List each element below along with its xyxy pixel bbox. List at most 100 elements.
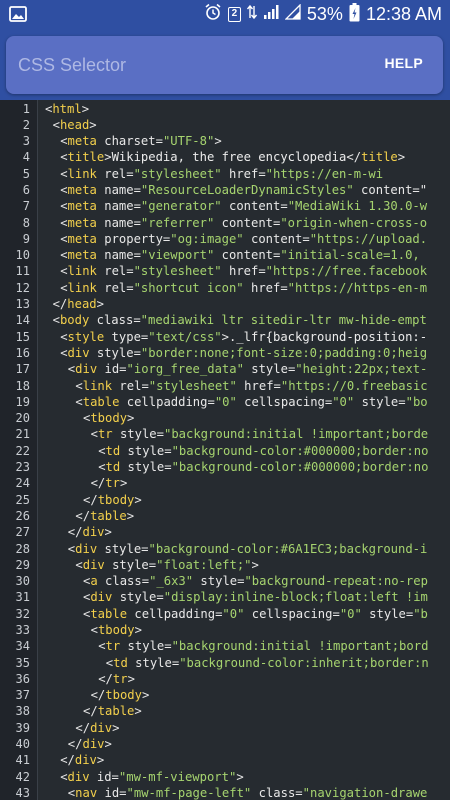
app-bar: HELP bbox=[0, 29, 450, 100]
line-number: 19 bbox=[15, 394, 30, 409]
code-token: style bbox=[67, 329, 105, 344]
code-line: 14 <body class="mediawiki ltr sitedir-ltr… bbox=[0, 312, 450, 328]
code-token: property= bbox=[96, 231, 171, 246]
code-token: "mw-mf-viewport" bbox=[118, 769, 237, 784]
help-button[interactable]: HELP bbox=[384, 55, 423, 71]
code-token: </ bbox=[52, 297, 68, 312]
code-token: div bbox=[90, 720, 113, 735]
code-line: 25 </tbody> bbox=[0, 492, 450, 508]
line-number: 42 bbox=[15, 769, 30, 784]
code-token: > bbox=[127, 671, 135, 686]
code-token: id= bbox=[89, 769, 119, 784]
code-token: > bbox=[134, 623, 142, 637]
code-token: "_6x3" bbox=[149, 574, 194, 589]
code-token: > bbox=[221, 329, 229, 344]
code-token: tr bbox=[105, 476, 120, 491]
code-token: "b bbox=[413, 606, 428, 621]
code-token: head bbox=[59, 117, 90, 132]
css-selector-field[interactable]: HELP bbox=[6, 36, 443, 94]
code-text: <tbody> bbox=[91, 622, 142, 638]
code-token: rel= bbox=[112, 378, 149, 393]
code-lines: 1 <html> 2 <head> 3 <meta charset="UTF-8"> 4 <t… bbox=[0, 100, 450, 800]
code-token: </ bbox=[75, 720, 91, 735]
code-token: link bbox=[82, 378, 113, 393]
code-text: <style type="text/css">._lfr{background-… bbox=[60, 329, 427, 345]
code-token: < bbox=[60, 345, 68, 360]
code-token: Wikipedia, the free encyclopedia bbox=[111, 150, 347, 165]
code-text: </tbody> bbox=[83, 492, 142, 508]
code-token: style= bbox=[193, 574, 245, 589]
sim-icon: 2 bbox=[227, 7, 241, 22]
html-source-viewer[interactable]: 1 <html> 2 <head> 3 <meta charset="UTF-8"> 4 <t… bbox=[0, 100, 450, 800]
code-token: tr bbox=[105, 639, 121, 654]
code-token: div bbox=[74, 753, 97, 768]
line-number: 7 bbox=[22, 199, 30, 214]
code-token: > bbox=[104, 150, 112, 165]
code-line: 2 <head> bbox=[0, 117, 450, 133]
code-token: < bbox=[60, 769, 68, 784]
line-number: 24 bbox=[15, 476, 30, 491]
code-token: > bbox=[397, 150, 406, 165]
code-token: nav bbox=[75, 785, 98, 800]
code-token: a bbox=[90, 574, 98, 589]
code-line: 35 <td style="background-color:inherit;bo… bbox=[0, 655, 450, 671]
code-token: < bbox=[60, 248, 68, 263]
code-token: tbody bbox=[97, 492, 135, 507]
code-text: <div style="float:left;"> bbox=[75, 557, 258, 573]
code-token: head bbox=[67, 297, 97, 312]
code-line: 15 <style type="text/css">._lfr{backgroun… bbox=[0, 329, 450, 345]
line-number: 15 bbox=[15, 329, 30, 344]
code-token: content= bbox=[221, 199, 288, 214]
code-token: </ bbox=[346, 150, 362, 165]
code-token: "text/css" bbox=[148, 329, 222, 344]
code-line: 27 </div> bbox=[0, 524, 450, 540]
code-line: 9 <meta property="og:image" content="http… bbox=[0, 231, 450, 247]
code-token: meta bbox=[67, 231, 97, 246]
code-text: <table cellpadding="0" cellspacing="0" s… bbox=[75, 394, 427, 410]
code-token: "border:none;font-size:0;padding:0;heig bbox=[140, 345, 428, 360]
code-token: "height:22px;text- bbox=[295, 362, 428, 377]
code-token: "background-color:#6A1EC3;background-i bbox=[148, 541, 428, 556]
code-token: td bbox=[105, 460, 121, 475]
gallery-notification-icon bbox=[9, 5, 27, 28]
code-token: div bbox=[82, 557, 105, 572]
code-token: table bbox=[97, 704, 135, 719]
code-token: "background-color:#000000;border:no bbox=[171, 460, 429, 475]
code-token: < bbox=[98, 460, 106, 475]
code-token: < bbox=[60, 199, 68, 214]
code-text: <div style="border:none;font-size:0;padd… bbox=[60, 345, 427, 361]
code-token: > bbox=[112, 720, 120, 735]
code-line: 43 <nav id="mw-mf-page-left" class="navig… bbox=[0, 785, 450, 800]
code-line: 39 </div> bbox=[0, 720, 450, 736]
code-line: 38 </table> bbox=[0, 703, 450, 719]
code-token: </ bbox=[90, 688, 106, 703]
code-text: </div> bbox=[68, 736, 112, 752]
code-token: tbody bbox=[90, 411, 128, 426]
code-token: id= bbox=[97, 785, 127, 800]
code-token: href= bbox=[221, 166, 266, 181]
code-token: < bbox=[52, 117, 60, 132]
code-token: link bbox=[67, 280, 97, 295]
code-token: meta bbox=[67, 199, 97, 214]
code-token: < bbox=[60, 329, 68, 344]
data-arrows-icon bbox=[246, 3, 257, 26]
code-token: </ bbox=[83, 704, 98, 719]
code-text: <html> bbox=[45, 101, 89, 117]
code-line: 31 <div style="display:inline-block;float… bbox=[0, 589, 450, 605]
code-token: cellspacing= bbox=[244, 606, 340, 621]
code-token: < bbox=[98, 443, 106, 458]
code-token: cellpadding= bbox=[127, 606, 223, 621]
code-token: "mw-mf-page-left" bbox=[126, 785, 252, 800]
css-selector-input[interactable] bbox=[18, 52, 348, 78]
code-line: 1 <html> bbox=[0, 101, 450, 117]
signal-icon-secondary bbox=[284, 3, 301, 25]
line-number: 12 bbox=[15, 280, 30, 295]
code-token: title bbox=[361, 150, 398, 165]
code-text: <div style="background-color:#6A1EC3;bac… bbox=[68, 541, 428, 557]
code-line: 18 <link rel="stylesheet" href="https://0… bbox=[0, 378, 450, 394]
code-line: 24 </tr> bbox=[0, 475, 450, 491]
code-text: <div id="iorg_free_data" style="height:2… bbox=[68, 361, 428, 377]
code-token: td bbox=[105, 443, 121, 458]
line-number: 33 bbox=[15, 623, 30, 637]
code-token: content=" bbox=[353, 182, 428, 197]
